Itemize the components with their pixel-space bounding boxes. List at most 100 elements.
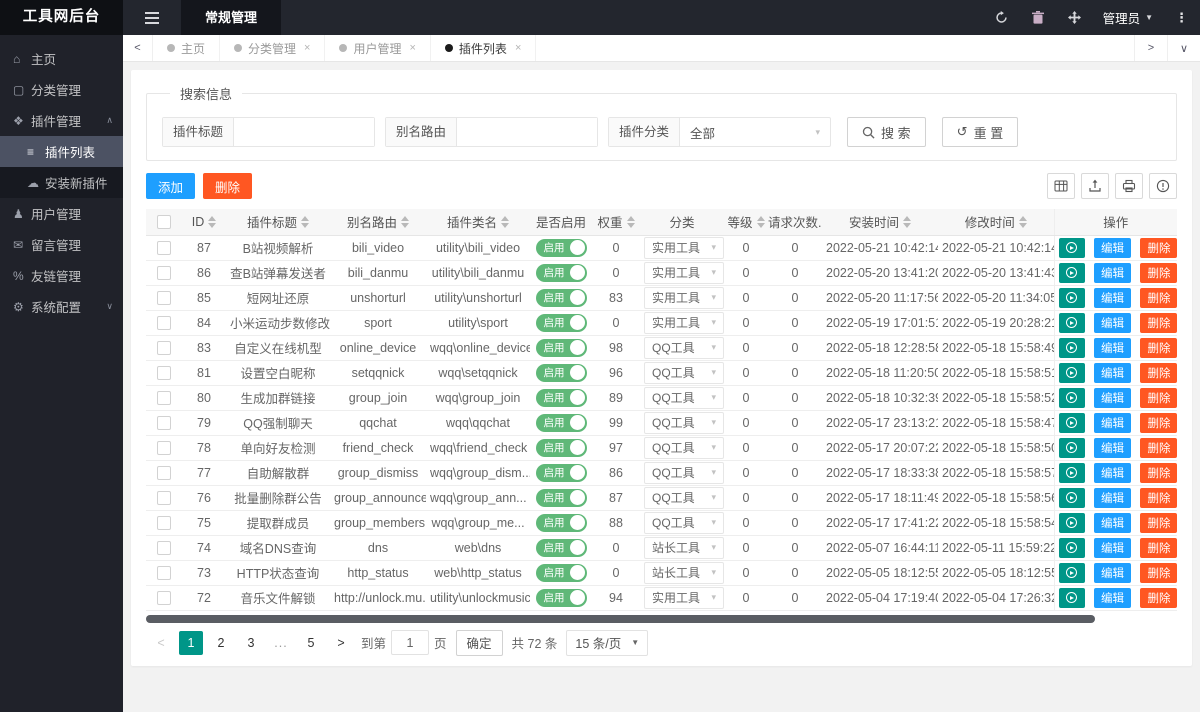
- view-button[interactable]: [1058, 437, 1085, 458]
- enabled-toggle[interactable]: 启用: [535, 563, 587, 582]
- column-header-title[interactable]: 插件标题: [226, 209, 330, 236]
- close-icon[interactable]: ×: [304, 42, 310, 54]
- enabled-toggle[interactable]: 启用: [535, 363, 587, 382]
- row-checkbox[interactable]: [157, 540, 171, 555]
- row-checkbox[interactable]: [157, 515, 171, 530]
- sort-icon[interactable]: [756, 215, 765, 228]
- enabled-toggle[interactable]: 启用: [535, 313, 587, 332]
- edit-button[interactable]: 编辑: [1093, 387, 1131, 408]
- edit-button[interactable]: 编辑: [1093, 337, 1131, 358]
- row-checkbox[interactable]: [157, 315, 171, 330]
- view-button[interactable]: [1058, 312, 1085, 333]
- prev-page-button[interactable]: <: [149, 631, 173, 655]
- tab-scroll-right[interactable]: >: [1134, 35, 1167, 61]
- view-button[interactable]: [1058, 237, 1085, 258]
- row-checkbox[interactable]: [157, 440, 171, 455]
- column-header-weight[interactable]: 权重: [592, 209, 640, 236]
- enabled-toggle[interactable]: 启用: [535, 263, 587, 282]
- sort-icon[interactable]: [1018, 215, 1027, 228]
- column-header-requests[interactable]: 请求次数...: [768, 209, 822, 236]
- page-button-1[interactable]: 1: [179, 630, 203, 655]
- column-header-level[interactable]: 等级: [724, 209, 768, 236]
- edit-button[interactable]: 编辑: [1093, 562, 1131, 583]
- view-button[interactable]: [1058, 337, 1085, 358]
- category-select[interactable]: QQ工具 ▾: [644, 336, 724, 359]
- edit-button[interactable]: 编辑: [1093, 462, 1131, 483]
- fullscreen-button[interactable]: [1056, 0, 1093, 35]
- sidebar-item-user[interactable]: ♟ 用户管理: [0, 198, 123, 229]
- sidebar-item-category[interactable]: ▢ 分类管理: [0, 74, 123, 105]
- tab-user[interactable]: 用户管理 ×: [325, 35, 431, 61]
- enabled-toggle[interactable]: 启用: [535, 438, 587, 457]
- view-button[interactable]: [1058, 487, 1085, 508]
- enabled-toggle[interactable]: 启用: [535, 588, 587, 607]
- sidebar-item-friendlink[interactable]: % 友链管理: [0, 260, 123, 291]
- row-checkbox[interactable]: [157, 415, 171, 430]
- print-button[interactable]: [1115, 173, 1143, 199]
- select-all-checkbox[interactable]: [157, 215, 171, 230]
- edit-button[interactable]: 编辑: [1093, 312, 1131, 333]
- enabled-toggle[interactable]: 启用: [535, 388, 587, 407]
- view-button[interactable]: [1058, 587, 1085, 608]
- category-select[interactable]: QQ工具 ▾: [644, 386, 724, 409]
- export-button[interactable]: [1081, 173, 1109, 199]
- category-select[interactable]: QQ工具 ▾: [644, 461, 724, 484]
- next-page-button[interactable]: >: [329, 631, 353, 655]
- sort-icon[interactable]: [208, 215, 217, 228]
- edit-button[interactable]: 编辑: [1093, 412, 1131, 433]
- row-delete-button[interactable]: 删除: [1140, 387, 1177, 408]
- row-delete-button[interactable]: 删除: [1140, 312, 1177, 333]
- category-select[interactable]: 实用工具 ▾: [644, 311, 724, 334]
- category-select[interactable]: 实用工具 ▾: [644, 586, 724, 609]
- collapse-sidebar-button[interactable]: [123, 0, 181, 35]
- view-button[interactable]: [1058, 562, 1085, 583]
- edit-button[interactable]: 编辑: [1093, 237, 1131, 258]
- view-button[interactable]: [1058, 262, 1085, 283]
- row-checkbox[interactable]: [157, 490, 171, 505]
- category-select[interactable]: QQ工具 ▾: [644, 361, 724, 384]
- column-header-cls[interactable]: 插件类名: [426, 209, 530, 236]
- row-delete-button[interactable]: 删除: [1140, 362, 1177, 383]
- category-select[interactable]: 站长工具 ▾: [644, 536, 724, 559]
- row-checkbox[interactable]: [157, 290, 171, 305]
- reset-button[interactable]: ↺ 重 置: [941, 117, 1019, 147]
- view-button[interactable]: [1058, 387, 1085, 408]
- row-checkbox[interactable]: [157, 365, 171, 380]
- admin-dropdown[interactable]: 管理员 ▼: [1093, 8, 1163, 27]
- view-button[interactable]: [1058, 362, 1085, 383]
- close-icon[interactable]: ×: [409, 42, 415, 54]
- column-header-enabled[interactable]: 是否启用: [530, 209, 592, 236]
- edit-button[interactable]: 编辑: [1093, 262, 1131, 283]
- column-header-id[interactable]: ID: [182, 209, 226, 236]
- column-header-installed[interactable]: 安装时间: [822, 209, 938, 236]
- edit-button[interactable]: 编辑: [1093, 362, 1131, 383]
- row-checkbox[interactable]: [157, 265, 171, 280]
- page-size-select[interactable]: 15 条/页 ▼: [566, 629, 649, 656]
- column-header-category[interactable]: 分类: [640, 209, 724, 236]
- view-button[interactable]: [1058, 412, 1085, 433]
- row-checkbox[interactable]: [157, 465, 171, 480]
- category-select[interactable]: QQ工具 ▾: [644, 511, 724, 534]
- column-header-ops[interactable]: 操作: [1053, 209, 1177, 236]
- sidebar-item-plugin-list[interactable]: ≡ 插件列表: [0, 136, 123, 167]
- tab-plugin-list[interactable]: 插件列表 ×: [431, 35, 537, 61]
- category-filter-select[interactable]: 全部 ▾: [680, 118, 830, 146]
- enabled-toggle[interactable]: 启用: [535, 513, 587, 532]
- row-delete-button[interactable]: 删除: [1140, 537, 1177, 558]
- row-delete-button[interactable]: 删除: [1140, 512, 1177, 533]
- row-checkbox[interactable]: [157, 340, 171, 355]
- clear-cache-button[interactable]: [1020, 0, 1056, 35]
- row-delete-button[interactable]: 删除: [1140, 262, 1177, 283]
- sort-icon[interactable]: [501, 215, 509, 228]
- nav-menu-general[interactable]: 常规管理: [181, 0, 282, 35]
- view-button[interactable]: [1058, 462, 1085, 483]
- column-header-modified[interactable]: 修改时间: [938, 209, 1054, 236]
- view-button[interactable]: [1058, 287, 1085, 308]
- category-select[interactable]: 实用工具 ▾: [644, 236, 724, 259]
- row-checkbox[interactable]: [157, 390, 171, 405]
- row-checkbox[interactable]: [157, 590, 171, 605]
- edit-button[interactable]: 编辑: [1093, 587, 1131, 608]
- row-delete-button[interactable]: 删除: [1140, 412, 1177, 433]
- tab-category[interactable]: 分类管理 ×: [220, 35, 326, 61]
- row-delete-button[interactable]: 删除: [1140, 437, 1177, 458]
